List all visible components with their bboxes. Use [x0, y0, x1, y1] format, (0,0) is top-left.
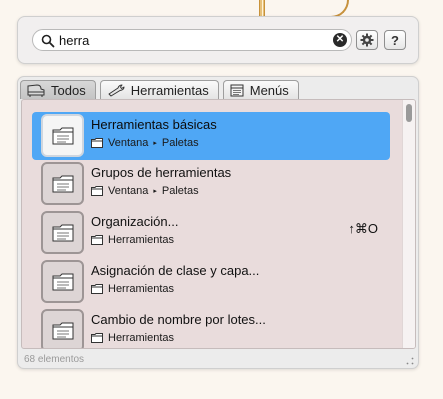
path-segment: Herramientas: [108, 234, 175, 246]
tab-herramientas-label: Herramientas: [130, 82, 209, 98]
path-segment: Paletas: [161, 185, 199, 197]
folder-icon: [91, 284, 103, 294]
tab-bar: Todos Herramientas Menús: [20, 80, 299, 99]
tab-todos-label: Todos: [51, 82, 86, 98]
item-title: Grupos de herramientas: [91, 165, 232, 180]
list-item[interactable]: Organización... Herramientas ↑⌘O: [32, 209, 390, 257]
folder-icon: [91, 333, 103, 343]
piano-icon: [27, 83, 45, 97]
gear-icon: [360, 33, 374, 47]
help-label: ?: [391, 32, 399, 48]
tab-menus[interactable]: Menús: [222, 80, 299, 99]
folder-icon: [91, 138, 103, 148]
tab-todos[interactable]: Todos: [20, 80, 96, 99]
path-separator-icon: ▸: [153, 140, 157, 147]
help-button[interactable]: ?: [384, 30, 406, 50]
item-path: Ventana ▸ Paletas: [91, 137, 199, 149]
item-path: Herramientas: [91, 283, 174, 295]
window-icon: [41, 162, 84, 205]
resize-grip-icon[interactable]: [406, 357, 414, 365]
path-separator-icon: ▸: [153, 188, 157, 195]
results-list[interactable]: Herramientas básicas Ventana ▸ Paletas G…: [21, 99, 416, 349]
list-item[interactable]: Cambio de nombre por lotes... Herramient…: [32, 307, 390, 348]
item-path: Herramientas: [91, 234, 174, 246]
list-item[interactable]: Asignación de clase y capa... Herramient…: [32, 258, 390, 306]
wrench-icon: [108, 84, 125, 96]
scrollbar-thumb[interactable]: [406, 104, 412, 122]
settings-button[interactable]: [356, 30, 378, 50]
results-panel: Todos Herramientas Menús Herramientas bá…: [17, 76, 419, 369]
window-icon: [41, 114, 84, 157]
item-title: Organización...: [91, 214, 179, 229]
window-icon: [41, 309, 84, 348]
clear-search-button[interactable]: ✕: [333, 33, 347, 47]
search-field[interactable]: ✕: [32, 29, 352, 51]
path-segment: Herramientas: [108, 283, 175, 295]
item-count: 68 elementos: [24, 354, 85, 365]
menu-icon: [230, 84, 244, 96]
keyboard-shortcut: ↑⌘O: [348, 221, 378, 236]
list-item[interactable]: Herramientas básicas Ventana ▸ Paletas: [32, 112, 390, 160]
tab-menus-label: Menús: [249, 82, 289, 98]
item-title: Asignación de clase y capa...: [91, 263, 260, 278]
search-input[interactable]: [59, 31, 325, 49]
item-path: Ventana ▸ Paletas: [91, 185, 199, 197]
scrollbar[interactable]: [402, 100, 415, 348]
window-icon: [41, 211, 84, 254]
folder-icon: [91, 186, 103, 196]
path-segment: Herramientas: [108, 332, 175, 344]
path-segment: Ventana: [108, 137, 149, 149]
list-item[interactable]: Grupos de herramientas Ventana ▸ Paletas: [32, 160, 390, 208]
search-panel: ✕ ?: [17, 16, 419, 64]
path-segment: Ventana: [108, 185, 149, 197]
window-icon: [41, 260, 84, 303]
item-title: Herramientas básicas: [91, 117, 217, 132]
search-icon: [41, 34, 55, 48]
tab-herramientas[interactable]: Herramientas: [99, 80, 219, 99]
item-path: Herramientas: [91, 332, 174, 344]
folder-icon: [91, 235, 103, 245]
item-title: Cambio de nombre por lotes...: [91, 312, 266, 327]
path-segment: Paletas: [161, 137, 199, 149]
